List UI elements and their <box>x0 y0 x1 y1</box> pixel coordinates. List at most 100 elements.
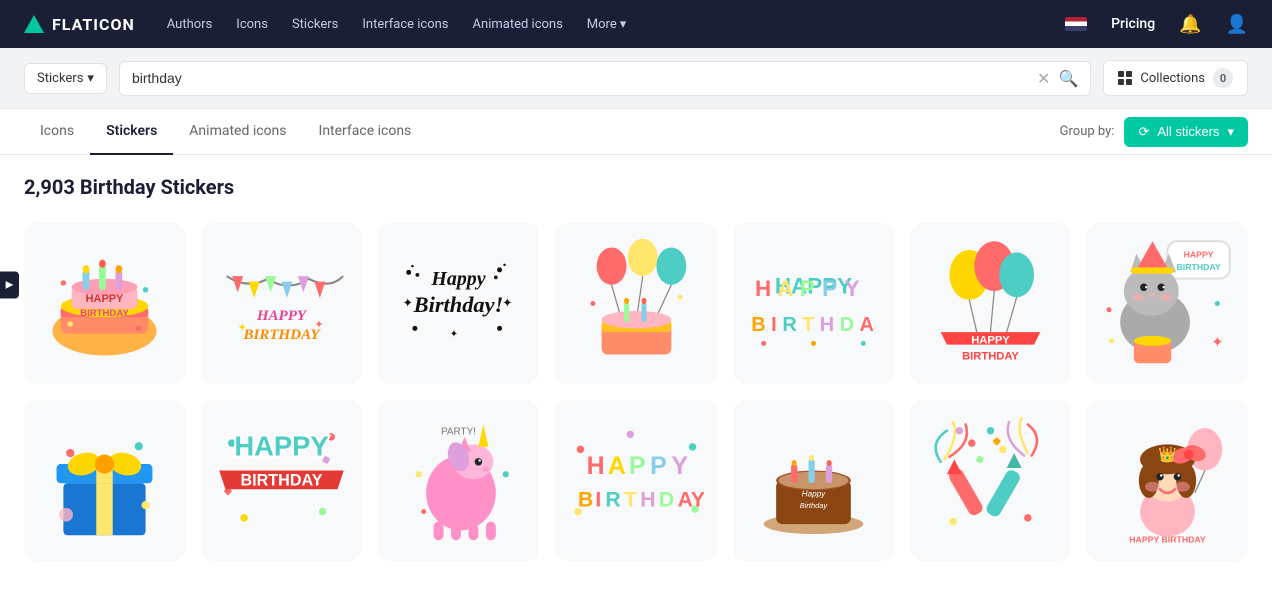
chevron-down-icon: ▾ <box>620 17 627 32</box>
nav-animated-icons[interactable]: Animated icons <box>473 17 563 32</box>
svg-text:P: P <box>629 452 646 480</box>
sticker-item[interactable] <box>555 223 716 384</box>
logo-text: FLATICON <box>52 15 135 34</box>
result-title: 2,903 Birthday Stickers <box>24 175 1248 199</box>
svg-text:B: B <box>751 314 765 336</box>
groupby-chevron-icon: ▾ <box>1227 124 1234 140</box>
svg-text:R: R <box>782 314 796 336</box>
svg-text:✦: ✦ <box>238 321 247 334</box>
svg-text:HAPPY BIRTHDAY: HAPPY BIRTHDAY <box>1129 535 1206 545</box>
svg-text:A: A <box>777 276 793 301</box>
nav-more[interactable]: More ▾ <box>587 17 626 32</box>
svg-text:P: P <box>650 452 667 480</box>
svg-text:HAPPY: HAPPY <box>256 308 308 324</box>
search-bar: Stickers ▾ ✕ 🔍 Collections 0 <box>0 48 1272 109</box>
svg-text:H: H <box>819 314 833 336</box>
svg-text:👑: 👑 <box>1158 446 1177 464</box>
svg-text:✦: ✦ <box>450 329 458 340</box>
sticker-item[interactable]: H A P P Y B I R T H D AY <box>555 400 716 561</box>
bell-icon[interactable]: 🔔 <box>1179 14 1201 35</box>
svg-text:D: D <box>658 489 673 512</box>
svg-text:HAPPY: HAPPY <box>86 293 124 305</box>
search-input-wrap: ✕ 🔍 <box>119 61 1091 96</box>
svg-text:H: H <box>640 489 655 512</box>
tabs-bar: Icons Stickers Animated icons Interface … <box>0 109 1272 155</box>
svg-text:AY: AY <box>677 489 704 512</box>
svg-text:B: B <box>577 489 592 512</box>
tab-animated-icons[interactable]: Animated icons <box>173 109 302 155</box>
user-icon[interactable]: 👤 <box>1226 14 1248 35</box>
sticker-item[interactable]: Happy Birthday <box>733 400 894 561</box>
search-submit-icon[interactable]: 🔍 <box>1058 69 1078 88</box>
top-navigation: FLATICON Authors Icons Stickers Interfac… <box>0 0 1272 48</box>
svg-text:R: R <box>605 489 620 512</box>
svg-text:H: H <box>586 452 604 480</box>
logo-triangle-icon <box>24 15 44 33</box>
language-flag-icon[interactable] <box>1065 17 1087 31</box>
collections-grid-icon <box>1118 71 1132 85</box>
svg-text:P: P <box>822 276 837 301</box>
sticker-item[interactable] <box>24 400 185 561</box>
svg-text:BIRTHDAY: BIRTHDAY <box>1176 262 1220 272</box>
sticker-grid-row1: HAPPY BIRTHDAY HAPP <box>24 223 1248 384</box>
svg-text:✦: ✦ <box>403 296 413 311</box>
sticker-item[interactable]: Happy Birthday! ✦ ✦ ✦ <box>378 223 539 384</box>
sticker-item[interactable] <box>910 400 1071 561</box>
svg-text:T: T <box>802 314 814 336</box>
svg-text:BIRTHDAY: BIRTHDAY <box>80 308 129 319</box>
tab-stickers[interactable]: Stickers <box>90 109 173 155</box>
groupby-button[interactable]: ⟳ All stickers ▾ <box>1124 117 1248 147</box>
sticker-item[interactable]: 👑 HAPPY BIRTHDAY <box>1087 400 1248 561</box>
svg-text:BIRTHDAY: BIRTHDAY <box>243 327 322 343</box>
svg-text:Birthday!: Birthday! <box>413 292 504 317</box>
nav-stickers[interactable]: Stickers <box>292 17 338 32</box>
logo[interactable]: FLATICON <box>24 15 135 34</box>
svg-text:✦: ✦ <box>1211 333 1224 351</box>
svg-text:HAPPY: HAPPY <box>1184 249 1214 259</box>
svg-text:Happy: Happy <box>431 268 486 290</box>
sticker-grid-row2: HAPPY BIRTHDAY <box>24 400 1248 561</box>
refresh-icon: ⟳ <box>1138 124 1149 140</box>
nav-icons[interactable]: Icons <box>236 17 268 32</box>
svg-text:H: H <box>755 276 771 301</box>
groupby-label: Group by: <box>1060 124 1115 139</box>
svg-text:Birthday: Birthday <box>799 501 828 510</box>
svg-text:D: D <box>839 314 853 336</box>
collections-button[interactable]: Collections 0 <box>1103 60 1248 96</box>
sticker-item[interactable]: HAPPY H A P P Y B I R T H D A <box>733 223 894 384</box>
sticker-item[interactable]: HAPPY BIRTHDAY <box>24 223 185 384</box>
sticker-item[interactable]: HAPPY BIRTHDAY ✦ ✦ <box>201 223 362 384</box>
svg-text:Happy: Happy <box>801 490 825 499</box>
svg-text:HAPPY: HAPPY <box>235 431 329 462</box>
nav-interface-icons[interactable]: Interface icons <box>362 17 448 32</box>
svg-text:Y: Y <box>671 452 688 480</box>
sticker-item[interactable]: PARTY! <box>378 400 539 561</box>
svg-text:HAPPY: HAPPY <box>971 334 1010 346</box>
svg-text:A: A <box>859 314 873 336</box>
svg-text:BIRTHDAY: BIRTHDAY <box>241 472 323 490</box>
expand-sidebar-tab[interactable]: ▶ <box>0 271 19 298</box>
svg-text:✦: ✦ <box>502 296 512 311</box>
svg-text:A: A <box>607 452 625 480</box>
pricing-link[interactable]: Pricing <box>1111 16 1155 32</box>
search-input[interactable] <box>132 70 1037 86</box>
svg-text:P: P <box>799 276 814 301</box>
svg-text:I: I <box>771 314 777 336</box>
svg-text:PARTY!: PARTY! <box>441 427 476 438</box>
svg-text:T: T <box>624 489 637 512</box>
tab-interface-icons[interactable]: Interface icons <box>303 109 428 155</box>
sticker-item[interactable]: HAPPY BIRTHDAY <box>201 400 362 561</box>
svg-text:I: I <box>595 489 601 512</box>
filter-chevron-icon: ▾ <box>87 71 94 86</box>
svg-text:BIRTHDAY: BIRTHDAY <box>962 351 1019 363</box>
svg-text:✦: ✦ <box>315 318 324 331</box>
collections-count-badge: 0 <box>1213 68 1233 88</box>
tab-icons[interactable]: Icons <box>24 109 90 155</box>
sticker-item[interactable]: HAPPY BIRTHDAY <box>910 223 1071 384</box>
search-clear-icon[interactable]: ✕ <box>1037 69 1050 88</box>
search-filter-dropdown[interactable]: Stickers ▾ <box>24 63 107 94</box>
svg-text:Y: Y <box>844 276 859 301</box>
sticker-item[interactable]: HAPPY BIRTHDAY <box>1087 223 1248 384</box>
main-content: 2,903 Birthday Stickers HAPPY <box>0 155 1272 597</box>
nav-authors[interactable]: Authors <box>167 17 213 32</box>
